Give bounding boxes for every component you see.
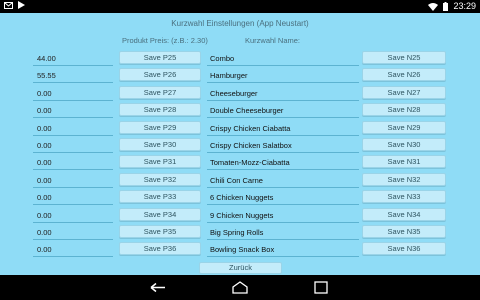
- save-price-button[interactable]: Save P28: [119, 103, 201, 117]
- save-price-button[interactable]: Save P25: [119, 51, 201, 64]
- settings-row: 55.55 Save P26 Hamburger Save N26: [0, 68, 480, 85]
- name-input[interactable]: Cheeseburger: [207, 86, 359, 101]
- settings-screen: Kurzwahl Einstellungen (App Neustart) Pr…: [0, 13, 480, 275]
- price-input[interactable]: 0.00: [33, 208, 113, 223]
- recent-apps-icon[interactable]: [311, 281, 331, 294]
- status-bar: 23:29: [0, 0, 480, 13]
- price-input[interactable]: 0.00: [33, 225, 113, 240]
- name-input[interactable]: 9 Chicken Nuggets: [207, 208, 359, 223]
- price-input[interactable]: 0.00: [33, 138, 113, 153]
- save-name-button[interactable]: Save N28: [362, 103, 446, 117]
- clock: 23:29: [453, 1, 476, 11]
- name-column-header: Kurzwahl Name:: [245, 36, 301, 45]
- settings-row: 0.00 Save P32 Chili Con Carne Save N32: [0, 172, 480, 190]
- name-input[interactable]: Tomaten-Mozz-Ciabatta: [207, 155, 359, 171]
- name-input[interactable]: 6 Chicken Nuggets: [207, 190, 359, 206]
- mail-icon: [4, 1, 13, 9]
- save-name-button[interactable]: Save N33: [362, 190, 446, 204]
- price-input[interactable]: 0.00: [33, 190, 113, 206]
- wifi-icon: [428, 2, 439, 11]
- save-name-button[interactable]: Save N25: [362, 51, 446, 64]
- settings-row: 0.00 Save P30 Crispy Chicken Salatbox Save …: [0, 138, 480, 155]
- back-icon[interactable]: [148, 281, 168, 294]
- settings-row: 44.00 Save P25 Combo Save N25: [0, 51, 480, 68]
- name-input[interactable]: Crispy Chicken Ciabatta: [207, 121, 359, 136]
- price-input[interactable]: 0.00: [33, 103, 113, 119]
- back-button[interactable]: Zurück: [199, 262, 282, 274]
- save-name-button[interactable]: Save N35: [362, 225, 446, 238]
- settings-row: 0.00 Save P29 Crispy Chicken Ciabatta Save …: [0, 120, 480, 138]
- save-name-button[interactable]: Save N26: [362, 68, 446, 82]
- navigation-bar: [0, 275, 480, 300]
- save-name-button[interactable]: Save N34: [362, 207, 446, 221]
- save-name-button[interactable]: Save N32: [362, 172, 446, 186]
- price-input[interactable]: 0.00: [33, 242, 113, 258]
- home-icon[interactable]: [230, 281, 250, 294]
- settings-row: 0.00 Save P33 6 Chicken Nuggets Save N33: [0, 190, 480, 207]
- price-input[interactable]: 0.00: [33, 121, 113, 136]
- settings-row: 0.00 Save P31 Tomaten-Mozz-Ciabatta Save N3…: [0, 155, 480, 172]
- save-price-button[interactable]: Save P29: [119, 120, 201, 134]
- settings-row: 0.00 Save P27 Cheeseburger Save N27: [0, 85, 480, 103]
- settings-row: 0.00 Save P36 Bowling Snack Box Save N36: [0, 242, 480, 259]
- save-name-button[interactable]: Save N27: [362, 85, 446, 99]
- save-name-button[interactable]: Save N31: [362, 155, 446, 169]
- price-column-header: Produkt Preis: (z.B.: 2.30): [122, 36, 208, 45]
- save-price-button[interactable]: Save P34: [119, 207, 201, 221]
- name-input[interactable]: Big Spring Rolls: [207, 225, 359, 240]
- name-input[interactable]: Hamburger: [207, 68, 359, 84]
- save-price-button[interactable]: Save P27: [119, 85, 201, 99]
- settings-row: 0.00 Save P35 Big Spring Rolls Save N35: [0, 225, 480, 242]
- save-name-button[interactable]: Save N30: [362, 138, 446, 151]
- settings-row: 0.00 Save P34 9 Chicken Nuggets Save N34: [0, 207, 480, 225]
- save-price-button[interactable]: Save P32: [119, 172, 201, 186]
- save-price-button[interactable]: Save P35: [119, 225, 201, 238]
- save-price-button[interactable]: Save P31: [119, 155, 201, 169]
- save-price-button[interactable]: Save P30: [119, 138, 201, 151]
- name-input[interactable]: Crispy Chicken Salatbox: [207, 138, 359, 153]
- page-title: Kurzwahl Einstellungen (App Neustart): [171, 19, 309, 28]
- save-price-button[interactable]: Save P33: [119, 190, 201, 204]
- save-price-button[interactable]: Save P26: [119, 68, 201, 82]
- play-store-icon: [18, 1, 25, 9]
- price-input[interactable]: 0.00: [33, 173, 113, 188]
- name-input[interactable]: Combo: [207, 51, 359, 66]
- price-input[interactable]: 0.00: [33, 155, 113, 171]
- name-input[interactable]: Chili Con Carne: [207, 173, 359, 188]
- name-input[interactable]: Double Cheeseburger: [207, 103, 359, 119]
- save-name-button[interactable]: Save N36: [362, 242, 446, 256]
- save-price-button[interactable]: Save P36: [119, 242, 201, 256]
- battery-icon: [443, 2, 449, 11]
- name-input[interactable]: Bowling Snack Box: [207, 242, 359, 258]
- price-input[interactable]: 0.00: [33, 86, 113, 101]
- settings-row: 0.00 Save P28 Double Cheeseburger Save N28: [0, 103, 480, 120]
- price-input[interactable]: 55.55: [33, 68, 113, 84]
- save-name-button[interactable]: Save N29: [362, 120, 446, 134]
- price-input[interactable]: 44.00: [33, 51, 113, 66]
